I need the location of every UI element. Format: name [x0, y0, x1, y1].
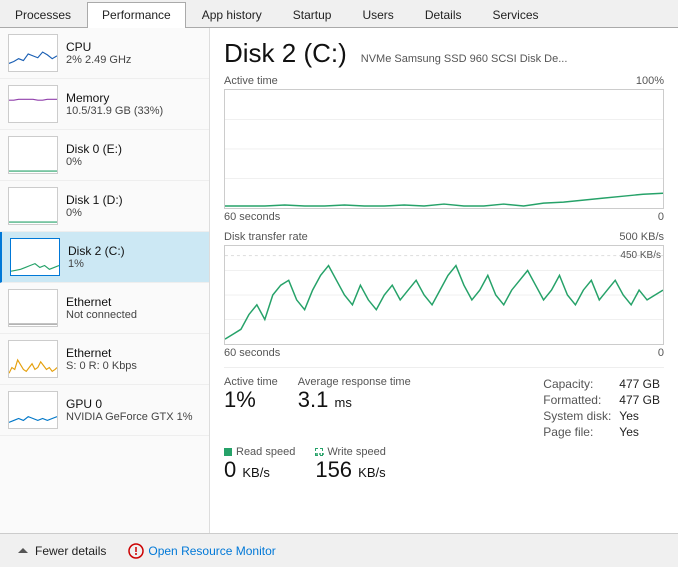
- cpu-value: 2% 2.49 GHz: [66, 54, 201, 66]
- cpu-label: CPU: [66, 40, 201, 54]
- fewer-details-label: Fewer details: [35, 544, 106, 558]
- active-time-label-row: Active time 100%: [224, 75, 664, 87]
- memory-mini-chart: [8, 85, 58, 123]
- formatted-label: Formatted:: [539, 392, 615, 408]
- disk1-info: Disk 1 (D:) 0%: [66, 193, 201, 219]
- monitor-icon: [128, 543, 144, 559]
- disk-title: Disk 2 (C:): [224, 38, 347, 69]
- fewer-details-button[interactable]: Fewer details: [10, 541, 112, 561]
- disk0-mini-chart: [8, 136, 58, 174]
- sidebar-item-ethernet0[interactable]: Ethernet Not connected: [0, 283, 209, 334]
- disk2-mini-chart: [10, 238, 60, 276]
- tab-processes[interactable]: Processes: [0, 2, 86, 27]
- disk0-info: Disk 0 (E:) 0%: [66, 142, 201, 168]
- sidebar: CPU 2% 2.49 GHz Memory 10.5/31.9 GB (33%…: [0, 28, 210, 533]
- cpu-info: CPU 2% 2.49 GHz: [66, 40, 201, 66]
- disk2-value: 1%: [68, 258, 201, 270]
- read-value: 0 KB/s: [224, 458, 295, 482]
- read-speed: Read speed 0 KB/s: [224, 446, 295, 482]
- gpu0-info: GPU 0 NVIDIA GeForce GTX 1%: [66, 397, 201, 423]
- disk0-label: Disk 0 (E:): [66, 142, 201, 156]
- main-area: CPU 2% 2.49 GHz Memory 10.5/31.9 GB (33%…: [0, 28, 678, 533]
- system-disk-value: Yes: [615, 408, 664, 424]
- write-value: 156 KB/s: [315, 458, 386, 482]
- ethernet0-mini-chart: [8, 289, 58, 327]
- active-time-time-row: 60 seconds 0: [224, 211, 664, 223]
- active-time-pct: 100%: [636, 75, 664, 87]
- active-time-stat: Active time 1%: [224, 376, 278, 440]
- sidebar-item-memory[interactable]: Memory 10.5/31.9 GB (33%): [0, 79, 209, 130]
- gpu0-label: GPU 0: [66, 397, 201, 411]
- avg-response-value: 3.1 ms: [298, 388, 411, 412]
- ethernet1-mini-chart: [8, 340, 58, 378]
- active-time-start: 60 seconds: [224, 211, 280, 223]
- transfer-rate-chart-section: Disk transfer rate 500 KB/s 450 KB/s: [224, 231, 664, 359]
- tabs-bar: Processes Performance App history Startu…: [0, 0, 678, 28]
- active-time-chart: [224, 89, 664, 209]
- ethernet1-info: Ethernet S: 0 R: 0 Kbps: [66, 346, 201, 372]
- active-time-chart-section: Active time 100% 60 seconds 0: [224, 75, 664, 223]
- disk0-value: 0%: [66, 156, 201, 168]
- active-time-label: Active time: [224, 75, 278, 87]
- open-resource-monitor-link[interactable]: Open Resource Monitor: [128, 543, 275, 559]
- sidebar-item-disk1[interactable]: Disk 1 (D:) 0%: [0, 181, 209, 232]
- disk-subtitle: NVMe Samsung SSD 960 SCSI Disk De...: [361, 53, 568, 65]
- sidebar-item-gpu0[interactable]: GPU 0 NVIDIA GeForce GTX 1%: [0, 385, 209, 436]
- chevron-up-icon: [16, 544, 30, 558]
- capacity-value: 477 GB: [615, 376, 664, 392]
- transfer-max: 500 KB/s: [619, 231, 664, 243]
- sidebar-item-ethernet1[interactable]: Ethernet S: 0 R: 0 Kbps: [0, 334, 209, 385]
- gpu0-mini-chart: [8, 391, 58, 429]
- memory-label: Memory: [66, 91, 201, 105]
- sidebar-item-disk2[interactable]: Disk 2 (C:) 1%: [0, 232, 209, 283]
- sidebar-item-disk0[interactable]: Disk 0 (E:) 0%: [0, 130, 209, 181]
- tab-details[interactable]: Details: [410, 2, 477, 27]
- speed-row: Read speed 0 KB/s Write speed 156 KB/s: [224, 446, 664, 482]
- disk1-value: 0%: [66, 207, 201, 219]
- read-label: Read speed: [236, 446, 295, 458]
- ethernet1-label: Ethernet: [66, 346, 201, 360]
- disk2-info: Disk 2 (C:) 1%: [68, 244, 201, 270]
- active-time-end: 0: [658, 211, 664, 223]
- sidebar-item-cpu[interactable]: CPU 2% 2.49 GHz: [0, 28, 209, 79]
- ethernet1-value: S: 0 R: 0 Kbps: [66, 360, 201, 372]
- page-file-label: Page file:: [539, 424, 615, 440]
- memory-info: Memory 10.5/31.9 GB (33%): [66, 91, 201, 117]
- tab-services[interactable]: Services: [478, 2, 554, 27]
- capacity-label: Capacity:: [539, 376, 615, 392]
- transfer-time-row: 60 seconds 0: [224, 347, 664, 359]
- write-speed: Write speed 156 KB/s: [315, 446, 386, 482]
- tab-users[interactable]: Users: [347, 2, 408, 27]
- tab-performance[interactable]: Performance: [87, 2, 186, 28]
- disk2-label: Disk 2 (C:): [68, 244, 201, 258]
- cpu-mini-chart: [8, 34, 58, 72]
- bottom-bar: Fewer details Open Resource Monitor: [0, 533, 678, 567]
- transfer-end: 0: [658, 347, 664, 359]
- avg-response-stat: Average response time 3.1 ms: [298, 376, 411, 440]
- open-resource-monitor-label: Open Resource Monitor: [148, 544, 275, 558]
- tab-app-history[interactable]: App history: [187, 2, 277, 27]
- disk1-label: Disk 1 (D:): [66, 193, 201, 207]
- disk-specs: Capacity: 477 GB Formatted: 477 GB Syste…: [539, 376, 664, 440]
- read-dot: [224, 448, 232, 456]
- gpu0-value: NVIDIA GeForce GTX 1%: [66, 411, 201, 423]
- disk1-mini-chart: [8, 187, 58, 225]
- ethernet0-label: Ethernet: [66, 295, 201, 309]
- tab-startup[interactable]: Startup: [278, 2, 347, 27]
- active-time-stat-value: 1%: [224, 388, 278, 412]
- content-area: Disk 2 (C:) NVMe Samsung SSD 960 SCSI Di…: [210, 28, 678, 533]
- transfer-label-row: Disk transfer rate 500 KB/s: [224, 231, 664, 243]
- transfer-start: 60 seconds: [224, 347, 280, 359]
- system-disk-label: System disk:: [539, 408, 615, 424]
- stats-row: Active time 1% Average response time 3.1…: [224, 367, 664, 440]
- formatted-value: 477 GB: [615, 392, 664, 408]
- transfer-label: Disk transfer rate: [224, 231, 308, 243]
- page-file-value: Yes: [615, 424, 664, 440]
- ethernet0-info: Ethernet Not connected: [66, 295, 201, 321]
- write-dot: [315, 448, 323, 456]
- transfer-chart: 450 KB/s: [224, 245, 664, 345]
- memory-value: 10.5/31.9 GB (33%): [66, 105, 201, 117]
- ethernet0-value: Not connected: [66, 309, 201, 321]
